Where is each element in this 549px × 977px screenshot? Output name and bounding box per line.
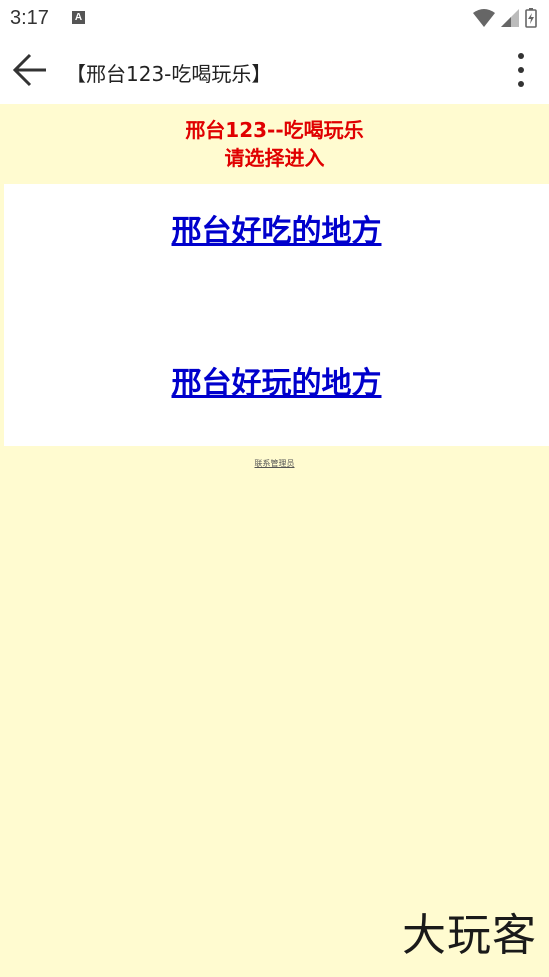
signal-icon bbox=[501, 9, 519, 27]
arrow-back-icon bbox=[12, 53, 46, 87]
link-good-fun[interactable]: 邢台好玩的地方 bbox=[4, 358, 549, 402]
heading-title: 邢台123--吃喝玩乐 bbox=[185, 118, 364, 142]
more-menu-button[interactable] bbox=[509, 50, 533, 90]
link-good-food[interactable]: 邢台好吃的地方 bbox=[4, 206, 549, 250]
app-toolbar: 【邢台123-吃喝玩乐】 bbox=[0, 36, 549, 104]
contact-admin-link[interactable]: 联系管理员 bbox=[0, 458, 549, 469]
battery-charging-icon bbox=[525, 8, 537, 28]
web-content: 邢台123--吃喝玩乐 请选择进入 邢台好吃的地方 邢台好玩的地方 联系管理员 bbox=[0, 104, 549, 977]
wifi-icon bbox=[473, 9, 495, 27]
link-panel: 邢台好吃的地方 邢台好玩的地方 bbox=[4, 184, 549, 446]
status-time: 3:17 bbox=[10, 7, 49, 29]
toolbar-title: 【邢台123-吃喝玩乐】 bbox=[66, 62, 272, 86]
status-bar: 3:17 A bbox=[0, 0, 549, 36]
status-icons bbox=[473, 8, 537, 28]
heading-subtitle: 请选择进入 bbox=[224, 146, 325, 170]
watermark-logo: 大玩客 bbox=[402, 910, 537, 961]
screen: 3:17 A 【邢台123-吃喝玩乐】 邢台123--吃喝玩乐 请选择进入 邢台… bbox=[0, 0, 549, 977]
more-vert-icon bbox=[518, 53, 524, 87]
back-button[interactable] bbox=[8, 48, 54, 92]
notification-icon: A bbox=[72, 11, 85, 24]
page-heading: 邢台123--吃喝玩乐 请选择进入 bbox=[0, 116, 549, 172]
